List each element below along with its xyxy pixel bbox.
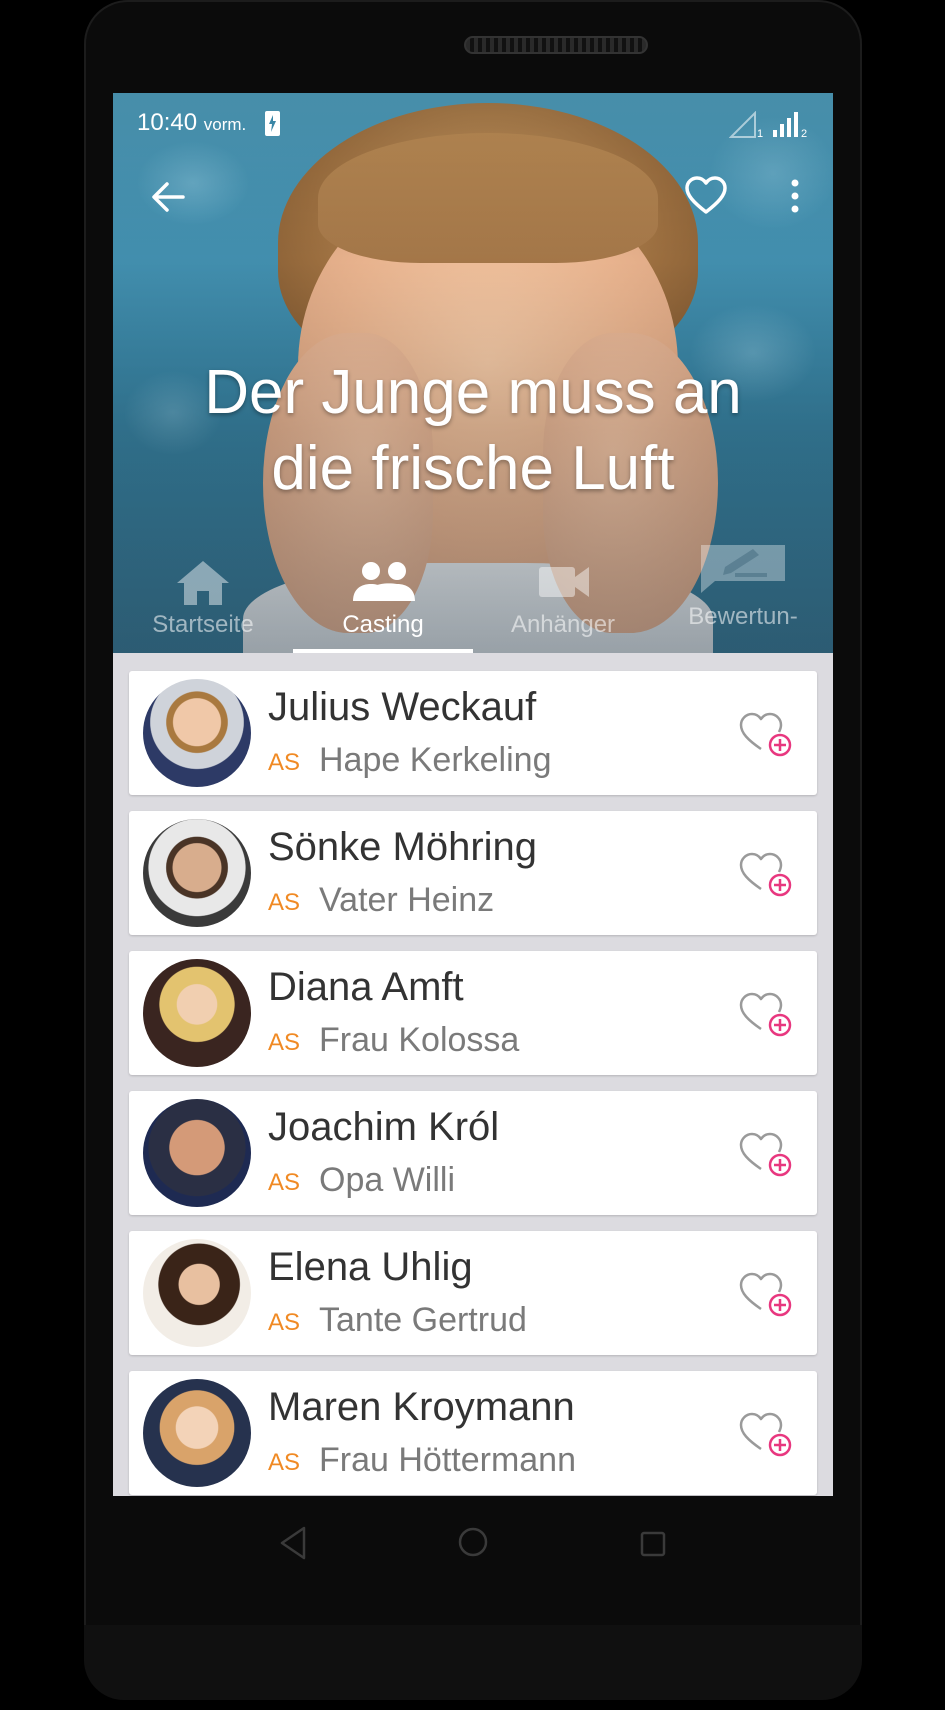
svg-text:1: 1: [757, 128, 763, 139]
add-favorite-button[interactable]: [739, 991, 793, 1039]
actor-name: Sönke Möhring: [268, 825, 538, 869]
add-favorite-button[interactable]: [739, 1271, 793, 1319]
movie-title: Der Junge muss an die frische Luft: [204, 358, 742, 503]
list-item[interactable]: Julius Weckauf AS Hape Kerkeling: [129, 671, 817, 795]
tab-anhaenger[interactable]: Anhänger: [473, 543, 653, 653]
add-favorite-button[interactable]: [739, 1411, 793, 1459]
heart-add-icon: [739, 1412, 792, 1457]
actor-name: Julius Weckauf: [268, 685, 537, 729]
heart-outline-icon: [685, 176, 727, 214]
add-favorite-button[interactable]: [739, 851, 793, 899]
role-name: Hape Kerkeling: [319, 741, 552, 779]
video-camera-icon: [473, 553, 653, 609]
avatar: [143, 679, 251, 787]
avatar: [143, 1239, 251, 1347]
tab-startseite[interactable]: Startseite: [113, 543, 293, 653]
tab-bar: Startseite Casting Anhänger Bewertun-: [113, 543, 833, 653]
heart-add-icon: [739, 712, 792, 757]
role-name: Tante Gertrud: [319, 1301, 527, 1339]
signal-icon: 1 2: [728, 110, 813, 144]
role-prefix: AS: [268, 749, 301, 776]
list-item[interactable]: Sönke Möhring AS Vater Heinz: [129, 811, 817, 935]
tab-bewertungen[interactable]: Bewertun-: [653, 543, 833, 653]
cast-list: Julius Weckauf AS Hape Kerkeling Sönke M…: [129, 671, 817, 1496]
home-icon: [113, 553, 293, 609]
avatar: [143, 819, 251, 927]
speaker-grille: [464, 36, 648, 54]
actor-name: Elena Uhlig: [268, 1245, 473, 1289]
rate-review-icon: [653, 539, 833, 595]
heart-add-icon: [739, 1272, 792, 1317]
arrow-back-icon: [152, 182, 185, 212]
more-vert-icon: [791, 179, 799, 213]
actor-name: Diana Amft: [268, 965, 464, 1009]
back-button[interactable]: [147, 175, 191, 219]
avatar: [143, 959, 251, 1067]
list-item[interactable]: Elena Uhlig AS Tante Gertrud: [129, 1231, 817, 1355]
nav-recents-icon: [640, 1531, 666, 1557]
role-name: Frau Kolossa: [319, 1021, 520, 1059]
avatar: [143, 1379, 251, 1487]
svg-text:2: 2: [801, 128, 807, 139]
heart-add-icon: [739, 992, 792, 1037]
more-options-button[interactable]: [783, 173, 807, 219]
heart-add-icon: [739, 1132, 792, 1177]
role-prefix: AS: [268, 1029, 301, 1056]
role-name: Frau Höttermann: [319, 1441, 576, 1479]
role-prefix: AS: [268, 1309, 301, 1336]
role-prefix: AS: [268, 889, 301, 916]
nav-back-button[interactable]: [278, 1525, 308, 1566]
list-item[interactable]: Joachim Król AS Opa Willi: [129, 1091, 817, 1215]
add-favorite-button[interactable]: [739, 711, 793, 759]
tab-casting[interactable]: Casting: [293, 543, 473, 653]
nav-recents-button[interactable]: [640, 1531, 666, 1562]
phone-chin: [84, 1625, 862, 1700]
role-prefix: AS: [268, 1169, 301, 1196]
role-prefix: AS: [268, 1449, 301, 1476]
heart-add-icon: [739, 852, 792, 897]
nav-home-button[interactable]: [458, 1527, 488, 1562]
list-item[interactable]: Maren Kroymann AS Frau Höttermann: [129, 1371, 817, 1495]
list-item[interactable]: Diana Amft AS Frau Kolossa: [129, 951, 817, 1075]
role-name: Opa Willi: [319, 1161, 456, 1199]
actor-name: Maren Kroymann: [268, 1385, 575, 1429]
avatar: [143, 1099, 251, 1207]
battery-charging-icon: [265, 111, 280, 136]
people-icon: [293, 553, 473, 609]
tab-indicator: [293, 649, 473, 653]
add-favorite-button[interactable]: [739, 1131, 793, 1179]
app-screen: 10:40 vorm. 1 2 Der Junge muss an die fr…: [113, 93, 833, 1496]
actor-name: Joachim Król: [268, 1105, 500, 1149]
role-name: Vater Heinz: [319, 881, 495, 919]
favorite-button[interactable]: [683, 173, 729, 219]
status-time: 10:40 vorm.: [137, 109, 247, 136]
nav-back-icon: [280, 1526, 306, 1560]
nav-home-icon: [458, 1527, 488, 1557]
